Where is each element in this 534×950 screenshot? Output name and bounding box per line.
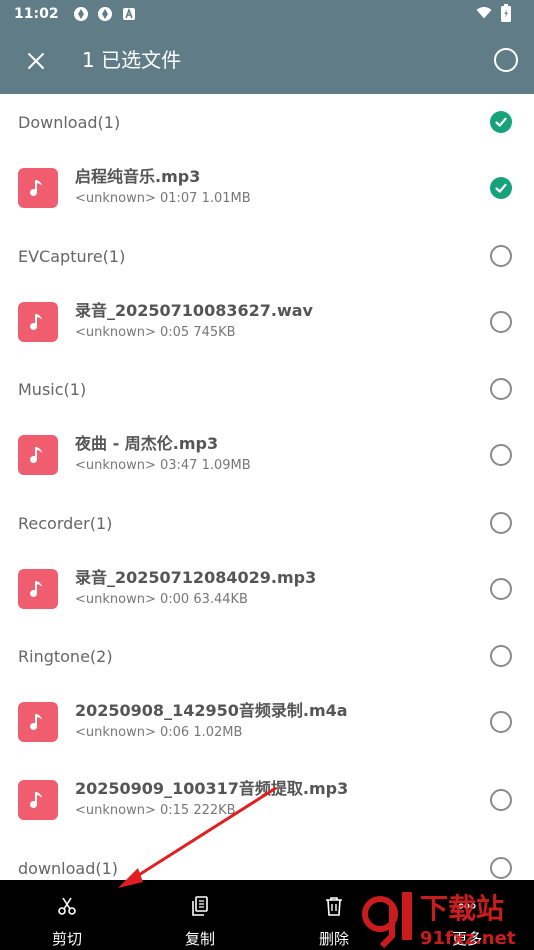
group-header[interactable]: Music(1) <box>0 361 534 417</box>
battery-icon <box>498 4 514 22</box>
scissors-icon <box>55 894 79 918</box>
file-name: 录音_20250712084029.mp3 <box>75 568 317 587</box>
site-watermark-logo: 下载站 91fxz.net <box>362 892 516 948</box>
file-name: 录音_20250710083627.wav <box>75 301 313 320</box>
wifi-icon <box>476 5 492 21</box>
cut-button[interactable]: 剪切 <box>22 880 112 950</box>
file-name: 20250908_142950音频录制.m4a <box>75 701 348 720</box>
selection-count-title: 1 已选文件 <box>82 48 182 72</box>
delete-label: 删除 <box>318 930 349 948</box>
close-selection-button[interactable] <box>20 45 52 77</box>
notification-app-icon <box>73 6 89 22</box>
group-checkbox[interactable] <box>490 857 512 879</box>
watermark-text: 下载站 <box>420 892 504 925</box>
copy-button[interactable]: 复制 <box>155 880 245 950</box>
music-note-icon <box>18 702 58 742</box>
file-meta: <unknown> 03:47 1.09MB <box>75 458 251 473</box>
group-header[interactable]: download(1) <box>0 840 534 880</box>
file-checkbox[interactable] <box>490 789 512 811</box>
group-checkbox[interactable] <box>490 645 512 667</box>
file-meta: <unknown> 0:05 745KB <box>75 325 236 340</box>
select-all-toggle[interactable] <box>494 48 518 72</box>
group-label: EVCapture(1) <box>18 246 126 266</box>
file-checkbox[interactable] <box>490 711 512 733</box>
file-checkbox[interactable] <box>490 311 512 333</box>
file-row[interactable]: 夜曲 - 周杰伦.mp3 <unknown> 03:47 1.09MB <box>0 416 534 494</box>
trash-icon <box>322 894 346 918</box>
file-meta: <unknown> 01:07 1.01MB <box>75 191 251 206</box>
notification-a-icon <box>121 6 137 22</box>
group-label: download(1) <box>18 858 119 878</box>
file-row[interactable]: 启程纯音乐.mp3 <unknown> 01:07 1.01MB <box>0 149 534 227</box>
cut-label: 剪切 <box>51 930 82 948</box>
copy-icon <box>188 894 212 918</box>
file-meta: <unknown> 0:00 63.44KB <box>75 592 248 607</box>
check-icon <box>495 117 507 127</box>
close-icon <box>28 53 44 69</box>
selection-app-bar: 1 已选文件 <box>0 28 534 94</box>
file-name: 20250909_100317音频提取.mp3 <box>75 779 349 798</box>
group-label: Ringtone(2) <box>18 646 113 666</box>
group-checkbox[interactable] <box>490 378 512 400</box>
status-time: 11:02 <box>14 6 59 22</box>
music-note-icon <box>18 302 58 342</box>
status-bar: 11:02 <box>0 0 534 28</box>
group-checkbox-checked[interactable] <box>490 111 512 133</box>
file-meta: <unknown> 0:15 222KB <box>75 803 236 818</box>
file-row[interactable]: 20250908_142950音频录制.m4a <unknown> 0:06 1… <box>0 683 534 761</box>
file-checkbox-checked[interactable] <box>490 177 512 199</box>
music-note-icon <box>18 780 58 820</box>
group-header[interactable]: EVCapture(1) <box>0 228 534 284</box>
watermark-site: 91fxz.net <box>420 928 516 948</box>
file-checkbox[interactable] <box>490 578 512 600</box>
file-name: 夜曲 - 周杰伦.mp3 <box>75 434 219 453</box>
check-icon <box>495 183 507 193</box>
file-list[interactable]: Download(1) 启程纯音乐.mp3 <unknown> 01:07 1.… <box>0 94 534 880</box>
music-note-icon <box>18 168 58 208</box>
copy-label: 复制 <box>184 930 215 948</box>
group-label: Download(1) <box>18 112 121 132</box>
group-header[interactable]: Ringtone(2) <box>0 628 534 684</box>
file-row[interactable]: 录音_20250712084029.mp3 <unknown> 0:00 63.… <box>0 550 534 628</box>
music-note-icon <box>18 435 58 475</box>
group-checkbox[interactable] <box>490 512 512 534</box>
file-checkbox[interactable] <box>490 444 512 466</box>
group-header[interactable]: Recorder(1) <box>0 495 534 551</box>
group-label: Music(1) <box>18 379 87 399</box>
group-header[interactable]: Download(1) <box>0 94 534 150</box>
group-label: Recorder(1) <box>18 513 113 533</box>
music-note-icon <box>18 569 58 609</box>
file-row[interactable]: 20250909_100317音频提取.mp3 <unknown> 0:15 2… <box>0 761 534 839</box>
group-checkbox[interactable] <box>490 245 512 267</box>
file-meta: <unknown> 0:06 1.02MB <box>75 725 243 740</box>
file-name: 启程纯音乐.mp3 <box>75 167 201 186</box>
notification-app-icon <box>97 6 113 22</box>
file-row[interactable]: 录音_20250710083627.wav <unknown> 0:05 745… <box>0 283 534 361</box>
